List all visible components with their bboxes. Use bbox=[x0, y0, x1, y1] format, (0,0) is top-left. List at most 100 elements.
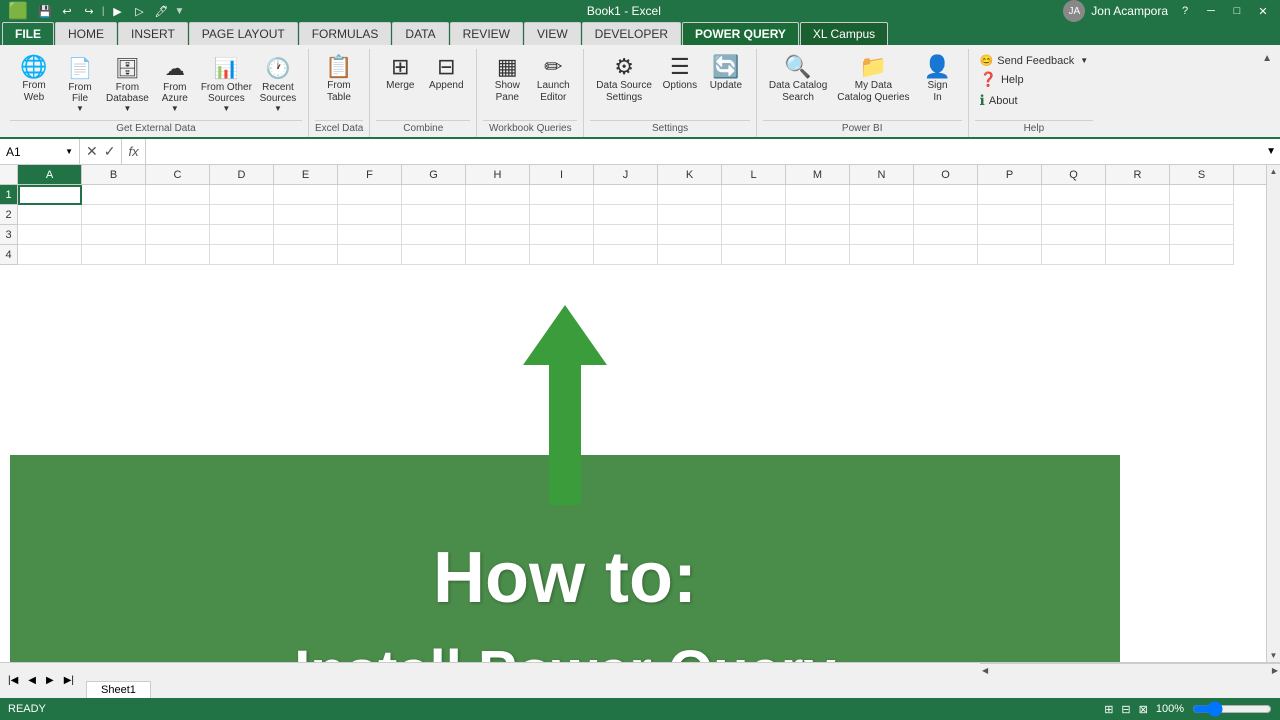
cell-R4[interactable] bbox=[1106, 245, 1170, 265]
cell-Q4[interactable] bbox=[1042, 245, 1106, 265]
cell-P1[interactable] bbox=[978, 185, 1042, 205]
cell-F2[interactable] bbox=[338, 205, 402, 225]
cell-B1[interactable] bbox=[82, 185, 146, 205]
cell-O4[interactable] bbox=[914, 245, 978, 265]
cell-J1[interactable] bbox=[594, 185, 658, 205]
cell-H2[interactable] bbox=[466, 205, 530, 225]
cell-P3[interactable] bbox=[978, 225, 1042, 245]
options-btn[interactable]: ☰ Options bbox=[658, 53, 702, 95]
data-catalog-search-btn[interactable]: 🔍 Data CatalogSearch bbox=[765, 53, 831, 107]
col-header-N[interactable]: N bbox=[850, 165, 914, 185]
cancel-formula-btn[interactable]: ✕ bbox=[84, 143, 100, 160]
help-icon[interactable]: ? bbox=[1176, 2, 1194, 20]
cell-A2[interactable] bbox=[18, 205, 82, 225]
cell-C1[interactable] bbox=[146, 185, 210, 205]
col-header-A[interactable]: A bbox=[18, 165, 82, 185]
cell-H3[interactable] bbox=[466, 225, 530, 245]
cell-N3[interactable] bbox=[850, 225, 914, 245]
close-btn[interactable]: ✕ bbox=[1254, 2, 1272, 20]
cell-S4[interactable] bbox=[1170, 245, 1234, 265]
cell-I4[interactable] bbox=[530, 245, 594, 265]
col-header-S[interactable]: S bbox=[1170, 165, 1234, 185]
scroll-left-btn[interactable]: ◀ bbox=[980, 664, 990, 677]
append-btn[interactable]: ⊟ Append bbox=[424, 53, 468, 95]
cell-A4[interactable] bbox=[18, 245, 82, 265]
from-file-btn[interactable]: 📄 FromFile ▼ bbox=[58, 53, 102, 116]
status-page-break-icon[interactable]: ⊠ bbox=[1139, 703, 1148, 716]
horizontal-scrollbar[interactable]: ◀ ▶ bbox=[980, 663, 1280, 677]
zoom-slider[interactable] bbox=[1192, 701, 1272, 717]
minimize-btn[interactable]: ─ bbox=[1202, 2, 1220, 20]
cell-Q1[interactable] bbox=[1042, 185, 1106, 205]
cell-I1[interactable] bbox=[530, 185, 594, 205]
cell-G1[interactable] bbox=[402, 185, 466, 205]
cell-R2[interactable] bbox=[1106, 205, 1170, 225]
cell-N2[interactable] bbox=[850, 205, 914, 225]
cell-K1[interactable] bbox=[658, 185, 722, 205]
sheet1-tab[interactable]: Sheet1 bbox=[86, 681, 151, 698]
cell-D3[interactable] bbox=[210, 225, 274, 245]
cell-E4[interactable] bbox=[274, 245, 338, 265]
from-database-btn[interactable]: 🗄 FromDatabase ▼ bbox=[104, 53, 151, 116]
cell-M3[interactable] bbox=[786, 225, 850, 245]
col-header-B[interactable]: B bbox=[82, 165, 146, 185]
recent-sources-btn[interactable]: 🕐 RecentSources ▼ bbox=[256, 53, 300, 116]
cell-G3[interactable] bbox=[402, 225, 466, 245]
tab-powerquery[interactable]: POWER QUERY bbox=[682, 22, 799, 45]
expand-formula-btn[interactable]: ▼ bbox=[1262, 146, 1280, 157]
next-sheet-btn[interactable]: ▶ bbox=[42, 673, 58, 688]
cell-C4[interactable] bbox=[146, 245, 210, 265]
cell-L2[interactable] bbox=[722, 205, 786, 225]
cell-H4[interactable] bbox=[466, 245, 530, 265]
col-header-I[interactable]: I bbox=[530, 165, 594, 185]
status-normal-view-icon[interactable]: ⊟ bbox=[1121, 703, 1130, 716]
tab-formulas[interactable]: FORMULAS bbox=[299, 22, 392, 45]
about-btn[interactable]: ℹ About bbox=[977, 91, 1021, 110]
first-sheet-btn[interactable]: |◀ bbox=[4, 673, 22, 688]
cell-P4[interactable] bbox=[978, 245, 1042, 265]
cell-R1[interactable] bbox=[1106, 185, 1170, 205]
cell-P2[interactable] bbox=[978, 205, 1042, 225]
cell-G4[interactable] bbox=[402, 245, 466, 265]
cell-E2[interactable] bbox=[274, 205, 338, 225]
col-header-O[interactable]: O bbox=[914, 165, 978, 185]
debug-btn[interactable]: ▷ bbox=[131, 2, 149, 20]
col-header-M[interactable]: M bbox=[786, 165, 850, 185]
cell-M4[interactable] bbox=[786, 245, 850, 265]
sign-in-btn[interactable]: 👤 SignIn bbox=[916, 53, 960, 107]
cell-D4[interactable] bbox=[210, 245, 274, 265]
col-header-G[interactable]: G bbox=[402, 165, 466, 185]
my-data-catalog-queries-btn[interactable]: 📁 My DataCatalog Queries bbox=[833, 53, 913, 107]
cell-Q2[interactable] bbox=[1042, 205, 1106, 225]
cell-F4[interactable] bbox=[338, 245, 402, 265]
col-header-K[interactable]: K bbox=[658, 165, 722, 185]
col-header-E[interactable]: E bbox=[274, 165, 338, 185]
tab-insert[interactable]: INSERT bbox=[118, 22, 188, 45]
tab-xlcampus[interactable]: XL Campus bbox=[800, 22, 888, 45]
cell-D2[interactable] bbox=[210, 205, 274, 225]
status-page-layout-icon[interactable]: ⊞ bbox=[1104, 703, 1113, 716]
tab-home[interactable]: HOME bbox=[55, 22, 117, 45]
cell-E1[interactable] bbox=[274, 185, 338, 205]
restore-btn[interactable]: □ bbox=[1228, 2, 1246, 20]
cell-J3[interactable] bbox=[594, 225, 658, 245]
save-quick-btn[interactable]: 💾 bbox=[36, 2, 54, 20]
cell-C2[interactable] bbox=[146, 205, 210, 225]
vertical-scrollbar[interactable]: ▲ ▼ bbox=[1266, 165, 1280, 662]
formula-input[interactable] bbox=[146, 139, 1263, 164]
cell-B4[interactable] bbox=[82, 245, 146, 265]
cell-N4[interactable] bbox=[850, 245, 914, 265]
cell-M1[interactable] bbox=[786, 185, 850, 205]
col-header-Q[interactable]: Q bbox=[1042, 165, 1106, 185]
show-pane-btn[interactable]: ▦ ShowPane bbox=[485, 53, 529, 107]
cell-D1[interactable] bbox=[210, 185, 274, 205]
cell-H1[interactable] bbox=[466, 185, 530, 205]
cell-E3[interactable] bbox=[274, 225, 338, 245]
tab-view[interactable]: VIEW bbox=[524, 22, 581, 45]
cell-O2[interactable] bbox=[914, 205, 978, 225]
cell-J2[interactable] bbox=[594, 205, 658, 225]
cell-O1[interactable] bbox=[914, 185, 978, 205]
col-header-P[interactable]: P bbox=[978, 165, 1042, 185]
confirm-formula-btn[interactable]: ✓ bbox=[102, 143, 118, 160]
cell-Q3[interactable] bbox=[1042, 225, 1106, 245]
